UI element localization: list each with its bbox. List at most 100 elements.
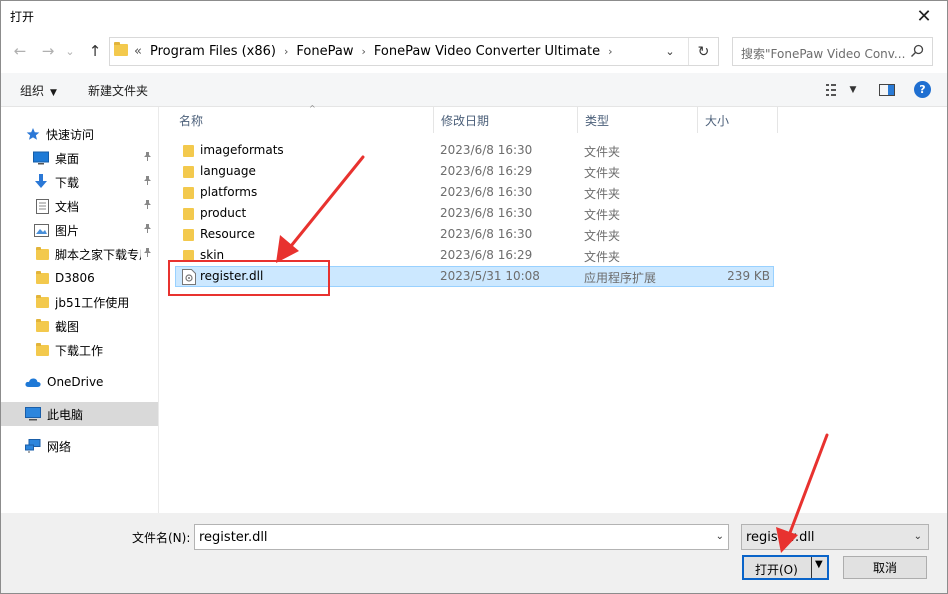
caret-down-icon: ▼: [849, 85, 857, 95]
chevron-down-icon[interactable]: ⌄: [716, 531, 724, 542]
forward-arrow-icon: →: [41, 42, 55, 60]
sidebar-item-label: 图片: [55, 223, 80, 238]
file-row[interactable]: platforms 2023/6/8 16:30 文件夹: [175, 182, 774, 203]
column-header-name[interactable]: 名称 ^: [171, 104, 433, 133]
sidebar-item-label: D3806: [55, 271, 95, 285]
breadcrumb-item[interactable]: FonePaw: [296, 44, 353, 59]
title-bar: 打开 ✕: [1, 1, 947, 31]
pin-icon: [143, 224, 152, 236]
file-type: 文件夹: [584, 208, 621, 222]
breadcrumb-separator-icon[interactable]: ›: [284, 45, 288, 58]
breadcrumb-item[interactable]: FonePaw Video Converter Ultimate: [374, 44, 600, 59]
sidebar-item-label: 脚本之家下载专用: [55, 247, 141, 262]
sidebar-item-download-work[interactable]: 下载工作: [1, 338, 158, 362]
folder-icon: [34, 294, 50, 310]
view-options-button[interactable]: ▼: [823, 81, 859, 99]
sidebar-item-desktop[interactable]: 桌面: [1, 146, 158, 170]
sidebar-item-this-pc[interactable]: 此电脑: [1, 402, 158, 426]
help-button[interactable]: ?: [914, 81, 931, 98]
sidebar-item-d3806[interactable]: D3806: [1, 266, 158, 290]
forward-button[interactable]: →: [38, 41, 58, 61]
back-arrow-icon: ←: [13, 42, 27, 60]
sidebar-item-screenshots[interactable]: 截图: [1, 314, 158, 338]
overflow-chevron-icon[interactable]: «: [134, 44, 142, 59]
column-header-type[interactable]: 类型: [577, 107, 697, 133]
organize-menu-button[interactable]: 组织 ▼: [20, 82, 57, 99]
new-folder-button[interactable]: 新建文件夹: [88, 82, 148, 99]
open-options-dropdown-icon[interactable]: ▼: [815, 559, 823, 570]
search-input[interactable]: 搜索"FonePaw Video Conv...: [732, 37, 933, 66]
breadcrumb-separator-icon[interactable]: ›: [608, 45, 612, 58]
open-button-label: 打开(O): [755, 563, 798, 577]
sidebar-item-onedrive[interactable]: OneDrive: [1, 370, 158, 394]
file-name: product: [200, 206, 247, 220]
column-header-size[interactable]: 大小: [697, 107, 777, 133]
back-button[interactable]: ←: [10, 41, 30, 61]
cloud-icon: [25, 374, 41, 390]
close-icon: ✕: [916, 5, 932, 27]
picture-icon: [33, 222, 49, 238]
up-arrow-icon: ↑: [88, 42, 102, 60]
file-type-filter-select[interactable]: register.dll ⌄: [741, 524, 929, 550]
column-header-label: 名称: [179, 113, 204, 128]
breadcrumb-separator-icon[interactable]: ›: [361, 45, 365, 58]
address-bar[interactable]: « Program Files (x86) › FonePaw › FonePa…: [109, 37, 719, 66]
file-list: 名称 ^ 修改日期 类型 大小 imageformats 2023/6/8 16…: [161, 104, 947, 513]
close-button[interactable]: ✕: [901, 1, 947, 31]
annotation-highlight-box: [168, 260, 330, 296]
sidebar-item-label: 下载: [55, 175, 80, 190]
caret-down-icon: ▼: [50, 88, 57, 98]
sidebar-item-network[interactable]: 网络: [1, 434, 158, 458]
file-date: 2023/6/8 16:29: [440, 164, 533, 178]
folder-icon: [34, 318, 50, 334]
help-icon: ?: [919, 83, 926, 96]
column-header-date[interactable]: 修改日期: [433, 107, 577, 133]
recent-locations-button[interactable]: ⌄: [63, 41, 77, 61]
star-icon: [25, 126, 41, 142]
sidebar-item-quick-access[interactable]: 快速访问: [1, 122, 158, 146]
preview-pane-button[interactable]: [878, 81, 896, 99]
file-name: Resource: [200, 227, 256, 241]
sidebar-item-pictures[interactable]: 图片: [1, 218, 158, 242]
file-row[interactable]: language 2023/6/8 16:29 文件夹: [175, 161, 774, 182]
up-button[interactable]: ↑: [85, 41, 105, 61]
file-row[interactable]: Resource 2023/6/8 16:30 文件夹: [175, 224, 774, 245]
folder-icon: [183, 208, 194, 220]
breadcrumb-item[interactable]: Program Files (x86): [150, 44, 276, 59]
sort-ascending-icon: ^: [309, 104, 316, 113]
sidebar-item-jb51-work[interactable]: jb51工作使用: [1, 290, 158, 314]
file-type: 文件夹: [584, 187, 621, 201]
folder-icon: [183, 187, 194, 199]
new-folder-label: 新建文件夹: [88, 84, 149, 98]
filename-input[interactable]: register.dll ⌄: [194, 524, 729, 550]
file-date: 2023/6/8 16:30: [440, 227, 533, 241]
sidebar-item-downloads[interactable]: 下载: [1, 170, 158, 194]
organize-label: 组织: [20, 84, 45, 98]
file-row[interactable]: product 2023/6/8 16:30 文件夹: [175, 203, 774, 224]
sidebar-item-jb51-downloads[interactable]: 脚本之家下载专用: [1, 242, 158, 266]
column-divider[interactable]: [777, 107, 778, 133]
view-list-icon: [825, 84, 836, 96]
file-date: 2023/6/8 16:30: [440, 143, 533, 157]
pin-icon: [143, 248, 152, 260]
sidebar-item-label: 桌面: [55, 151, 80, 166]
filter-value: register.dll: [746, 530, 815, 545]
folder-icon: [183, 166, 194, 178]
open-button[interactable]: 打开(O) ▼: [742, 555, 829, 580]
address-dropdown-button[interactable]: ⌄: [662, 43, 678, 59]
pin-icon: [143, 152, 152, 164]
desktop-icon: [33, 150, 49, 166]
window-title: 打开: [10, 10, 35, 24]
cancel-button[interactable]: 取消: [843, 556, 927, 579]
sidebar-item-documents[interactable]: 文档: [1, 194, 158, 218]
sidebar-item-label: OneDrive: [47, 375, 104, 389]
file-type: 文件夹: [584, 229, 621, 243]
file-type: 文件夹: [584, 250, 621, 264]
refresh-button[interactable]: ↻: [688, 38, 718, 65]
download-icon: [33, 174, 49, 190]
file-date: 2023/6/8 16:29: [440, 248, 533, 262]
command-bar: 组织 ▼ 新建文件夹 ▼ ?: [1, 73, 947, 107]
file-row[interactable]: imageformats 2023/6/8 16:30 文件夹: [175, 140, 774, 161]
network-icon: [25, 438, 41, 454]
file-date: 2023/5/31 10:08: [440, 269, 540, 283]
